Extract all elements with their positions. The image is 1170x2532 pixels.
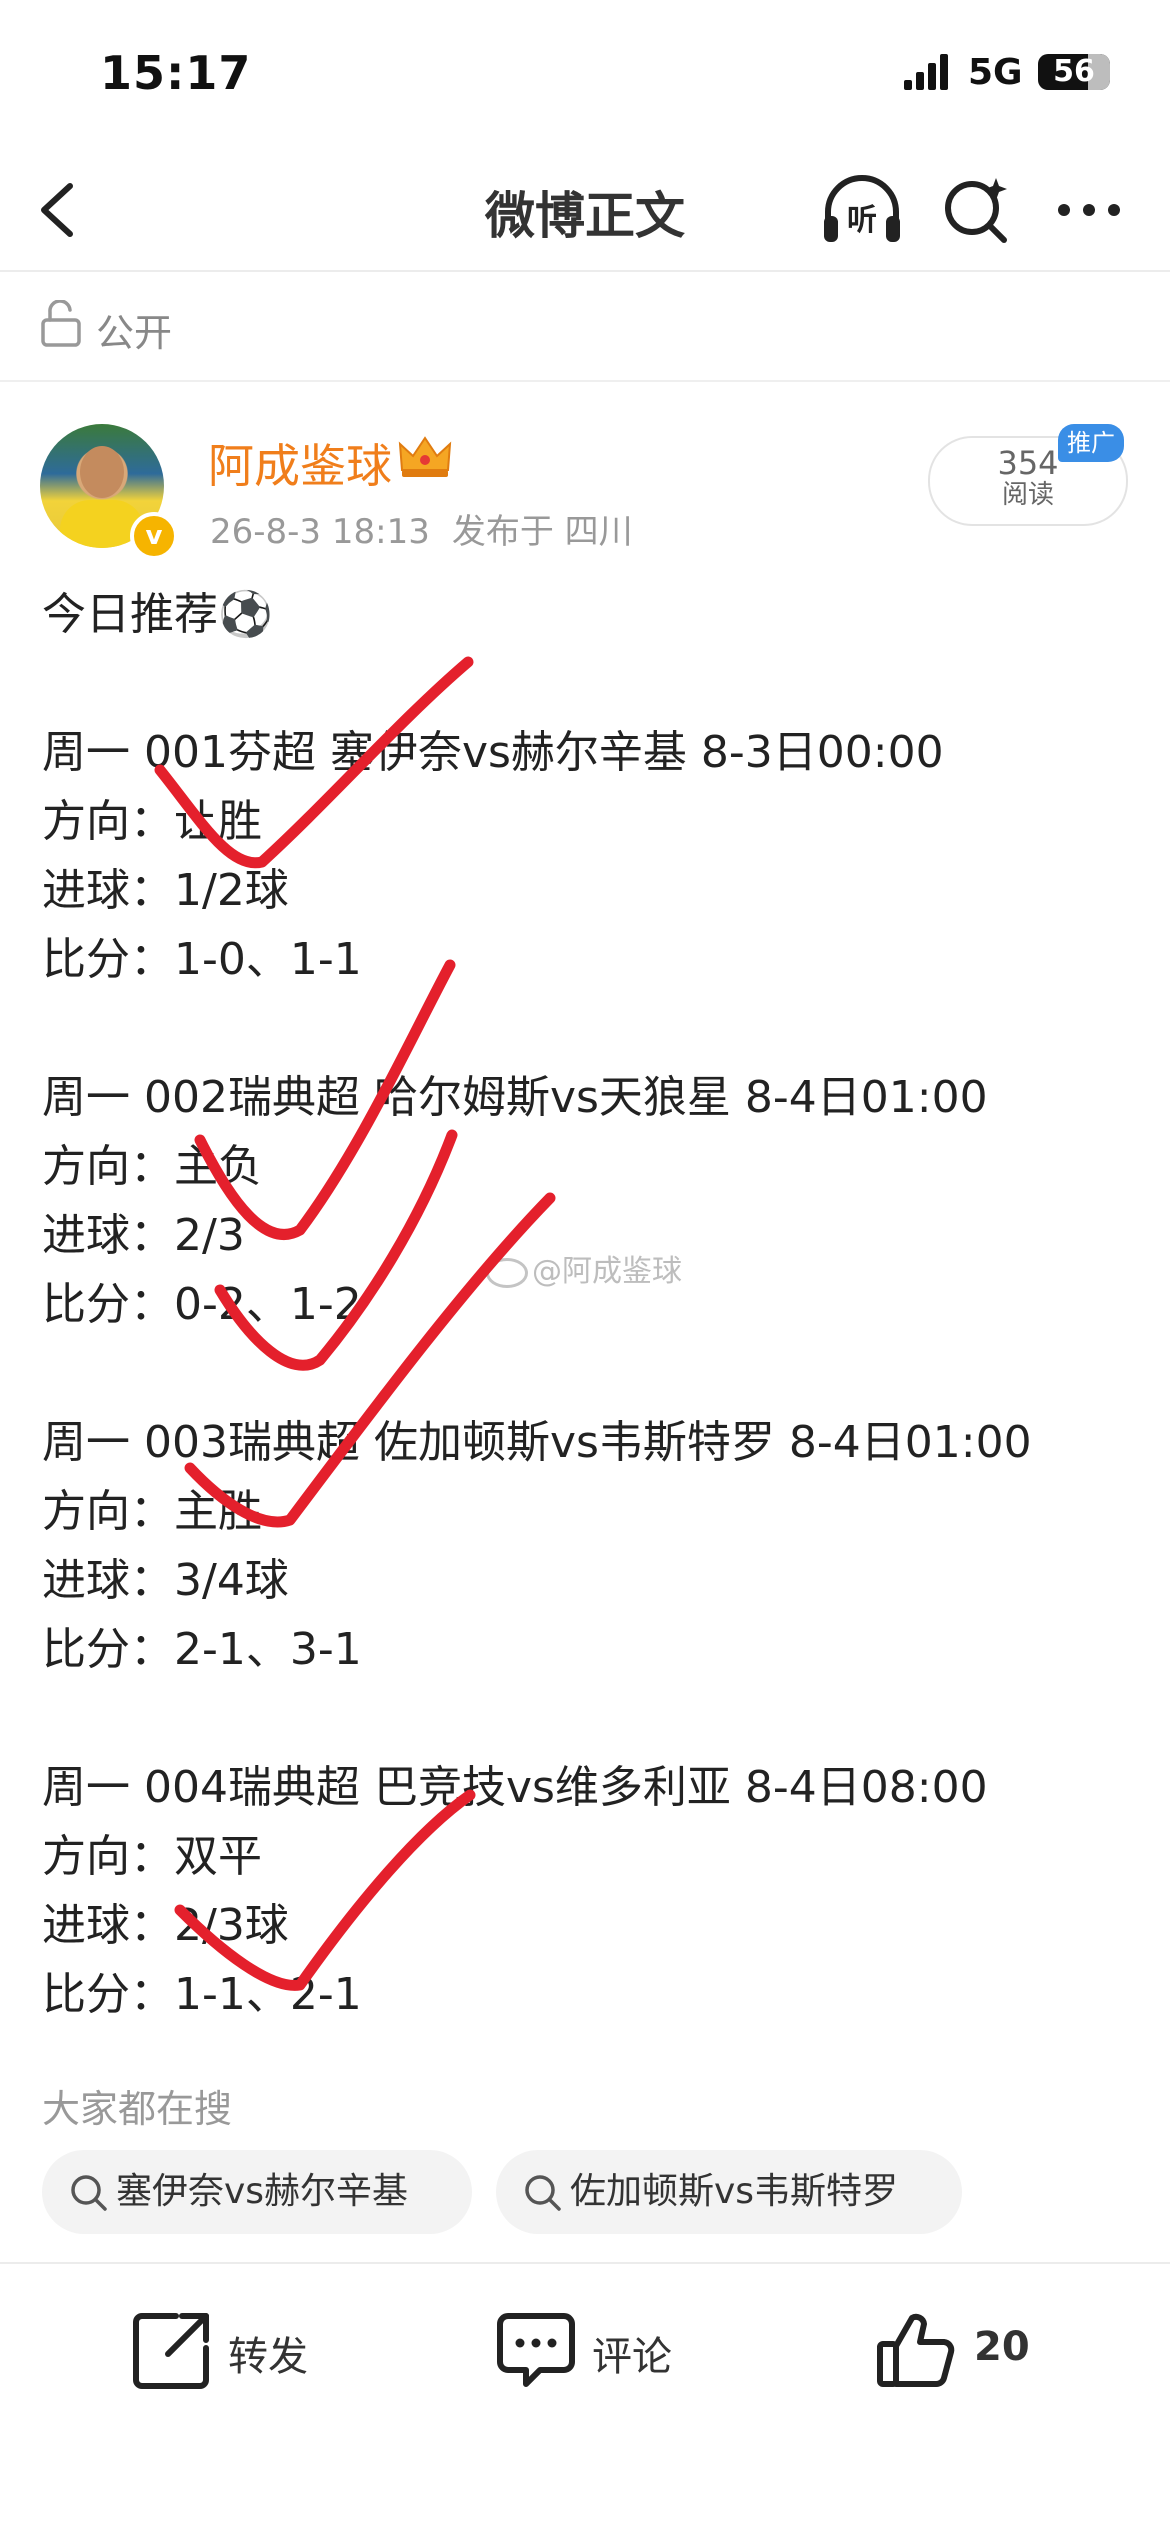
- match-header: 周一 003瑞典超 佐加顿斯vs韦斯特罗 8-4日01:00: [42, 1417, 1032, 1468]
- match-score: 比分：2-1、3-1: [42, 1624, 362, 1675]
- weibo-watermark: @阿成鉴球: [486, 1246, 682, 1290]
- match-score: 比分：1-1、2-1: [42, 1969, 362, 2020]
- match-direction: 方向：主胜: [42, 1486, 262, 1537]
- match-header: 周一 001芬超 塞伊奈vs赫尔辛基 8-3日00:00: [42, 727, 944, 778]
- forward-button[interactable]: 转发: [132, 2310, 332, 2390]
- author-name[interactable]: 阿成鉴球: [208, 430, 392, 496]
- match-goals: 进球：2/3球: [42, 1900, 289, 1951]
- match-direction: 方向：主负: [42, 1141, 262, 1192]
- unlock-icon: [41, 300, 81, 347]
- visibility-label: 公开: [96, 311, 173, 355]
- action-bar: 转发 评论 20: [0, 2262, 1170, 2424]
- verified-badge-icon: v: [130, 512, 178, 560]
- hot-search-title: 大家都在搜: [42, 2087, 233, 2131]
- like-count: 20: [974, 2324, 1030, 2370]
- comment-label: 评论: [592, 2334, 672, 2380]
- like-button[interactable]: 20: [876, 2310, 1076, 2390]
- network-type: 5G: [968, 52, 1023, 93]
- status-time: 15:17: [100, 46, 252, 100]
- post-body: 今日推荐⚽ 周一 001芬超 塞伊奈vs赫尔辛基 8-3日00:00 方向：让胜…: [42, 580, 1142, 2029]
- match-goals: 进球：3/4球: [42, 1555, 289, 1606]
- search-icon: [71, 2175, 107, 2211]
- thumbs-up-icon: [877, 2313, 955, 2387]
- svg-text:听: 听: [847, 203, 877, 238]
- post-intro: 今日推荐⚽: [42, 589, 273, 640]
- crown-icon: [398, 436, 452, 477]
- hot-search-chip-label: 塞伊奈vs赫尔辛基: [116, 2171, 409, 2212]
- comment-icon: [497, 2313, 575, 2387]
- hot-search-chip[interactable]: 塞伊奈vs赫尔辛基: [42, 2150, 472, 2234]
- search-icon: [525, 2175, 561, 2211]
- search-sparkle-icon[interactable]: [942, 174, 1012, 246]
- read-count-label: 阅读: [1001, 480, 1054, 510]
- hot-search-chip-label: 佐加顿斯vs韦斯特罗: [570, 2171, 899, 2212]
- promo-badge[interactable]: 推广: [1058, 424, 1124, 462]
- match-header: 周一 002瑞典超 哈尔姆斯vs天狼星 8-4日01:00: [42, 1072, 988, 1123]
- post-date: 26-8-3 18:13: [210, 512, 430, 552]
- match-header: 周一 004瑞典超 巴竞技vs维多利亚 8-4日08:00: [42, 1762, 988, 1813]
- post-location: 发布于 四川: [451, 512, 633, 552]
- battery-level: 56: [1053, 54, 1095, 89]
- match-goals: 进球：1/2球: [42, 865, 289, 916]
- headphones-listen-icon[interactable]: 听: [820, 172, 904, 248]
- match-direction: 方向：双平: [42, 1831, 262, 1882]
- forward-label: 转发: [228, 2334, 308, 2380]
- forward-icon: [133, 2313, 209, 2389]
- more-options-icon[interactable]: [1054, 190, 1124, 230]
- watermark-text: @阿成鉴球: [532, 1254, 682, 1289]
- battery-icon: 56: [1038, 54, 1110, 90]
- status-bar: 15:17 5G 56: [0, 0, 1170, 150]
- comment-button[interactable]: 评论: [496, 2310, 696, 2390]
- hot-search-chip[interactable]: 佐加顿斯vs韦斯特罗: [496, 2150, 962, 2234]
- weibo-logo-icon: [486, 1257, 528, 1288]
- post-meta: 26-8-3 18:13 发布于 四川: [210, 504, 633, 553]
- match-score: 比分：1-0、1-1: [42, 934, 362, 985]
- visibility-row: 公开: [0, 272, 1170, 382]
- cellular-signal-icon: [904, 54, 948, 90]
- nav-bar: 微博正文 听: [0, 150, 1170, 272]
- match-direction: 方向：让胜: [42, 796, 262, 847]
